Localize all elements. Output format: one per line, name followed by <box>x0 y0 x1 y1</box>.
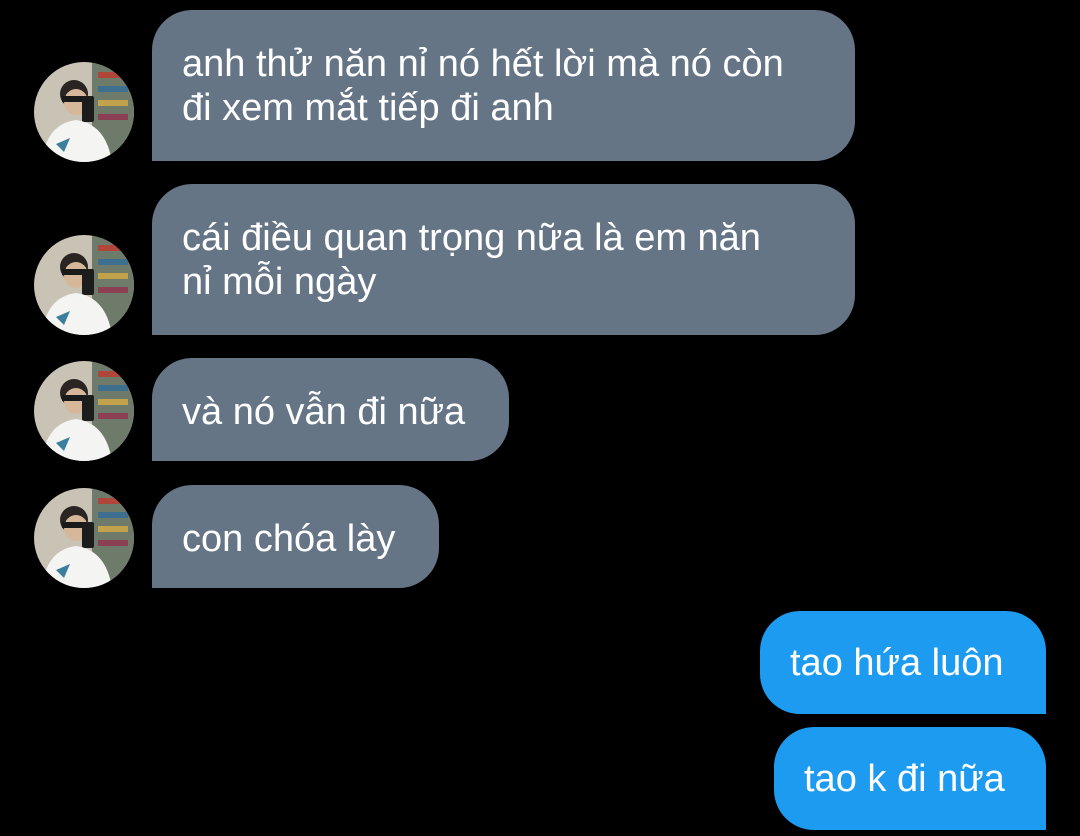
avatar-photo <box>34 488 134 588</box>
avatar-photo <box>34 361 134 461</box>
avatar-photo <box>34 235 134 335</box>
outgoing-message-bubble[interactable]: tao hứa luôn <box>760 611 1046 714</box>
sender-avatar[interactable] <box>34 361 134 461</box>
incoming-message-bubble[interactable]: và nó vẫn đi nữa <box>152 358 509 461</box>
sender-avatar[interactable] <box>34 488 134 588</box>
incoming-message-bubble[interactable]: anh thử năn nỉ nó hết lời mà nó còn đi x… <box>152 10 855 161</box>
sender-avatar[interactable] <box>34 62 134 162</box>
avatar-photo <box>34 62 134 162</box>
outgoing-message-bubble[interactable]: tao k đi nữa <box>774 727 1046 830</box>
sender-avatar[interactable] <box>34 235 134 335</box>
incoming-message-bubble[interactable]: cái điều quan trọng nữa là em năn nỉ mỗi… <box>152 184 855 335</box>
incoming-message-bubble[interactable]: con chóa lày <box>152 485 439 588</box>
